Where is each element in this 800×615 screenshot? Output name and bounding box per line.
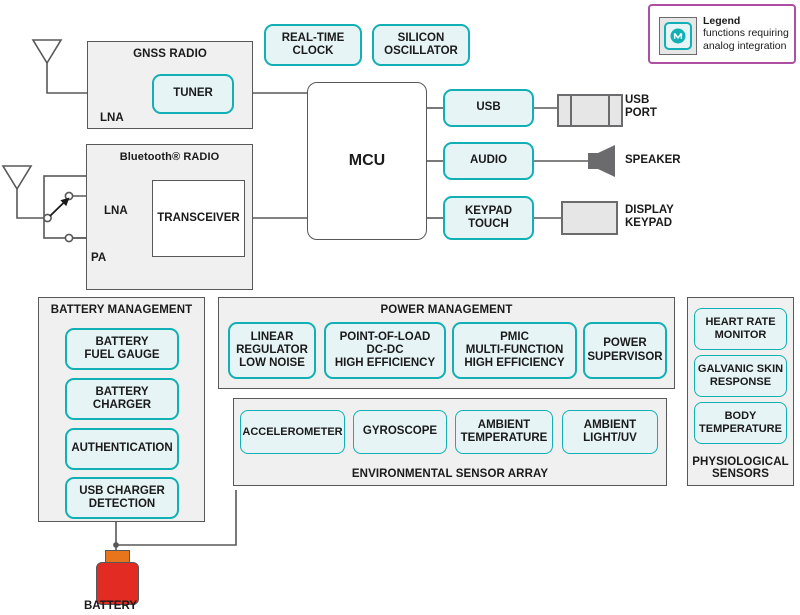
authentication-block[interactable]: AUTHENTICATION [65,428,179,470]
legend-chip-swatch [659,17,697,55]
battery-fuel-gauge-block[interactable]: BATTERY FUEL GAUGE [65,328,179,370]
point-of-load-dcdc-block[interactable]: POINT-OF-LOAD DC-DC HIGH EFFICIENCY [324,322,446,379]
usb-charger-detection-block[interactable]: USB CHARGER DETECTION [65,477,179,519]
battery-label: BATTERY [84,600,138,612]
battery-charger-block[interactable]: BATTERY CHARGER [65,378,179,420]
battery-icon [96,562,139,605]
power-management-panel-label: POWER MANAGEMENT [380,304,513,316]
speaker-label: SPEAKER [625,154,681,166]
audio-block[interactable]: AUDIO [443,142,534,180]
rf-switch-icon [43,175,90,243]
accelerometer-label: ACCELEROMETER [242,425,343,438]
block-diagram-canvas: Legend functions requiring analog integr… [0,0,800,615]
bluetooth-lna-label: LNA [104,205,128,217]
antenna-icon-gnss [31,39,63,65]
wire-junction-dot [113,542,119,548]
legend-description: functions requiring analog integration [703,27,789,53]
silicon-oscillator-block[interactable]: SILICON OSCILLATOR [372,24,470,66]
heart-rate-monitor-label: HEART RATE MONITOR [705,316,776,341]
body-temperature-block[interactable]: BODY TEMPERATURE [694,402,787,444]
usb-port-label: USB PORT [625,94,657,120]
maxim-logo-icon [670,28,686,44]
keypad-touch-block-label: KEYPAD TOUCH [464,204,513,230]
legend-chip-analog-block [664,22,692,50]
legend: Legend functions requiring analog integr… [648,4,796,64]
real-time-clock-label: REAL-TIME CLOCK [281,31,345,57]
legend-title: Legend [703,15,741,27]
accelerometer-block[interactable]: ACCELEROMETER [240,410,345,454]
display-keypad-label: DISPLAY KEYPAD [625,204,674,230]
gnss-lna-label: LNA [100,112,124,124]
power-supervisor-label: POWER SUPERVISOR [587,337,663,363]
ambient-temperature-block[interactable]: AMBIENT TEMPERATURE [455,410,553,454]
gnss-radio-panel-label: GNSS RADIO [133,48,207,60]
linear-regulator-label: LINEAR REGULATOR LOW NOISE [236,330,308,370]
mcu-label: MCU [348,151,386,169]
usb-charger-detection-label: USB CHARGER DETECTION [79,484,165,510]
real-time-clock-block[interactable]: REAL-TIME CLOCK [264,24,362,66]
pmic-multi-function-block[interactable]: PMIC MULTI-FUNCTION HIGH EFFICIENCY [452,322,577,379]
usb-block-label: USB [476,101,501,114]
audio-block-label: AUDIO [469,154,508,167]
environmental-sensor-array-panel-label: ENVIRONMENTAL SENSOR ARRAY [351,468,549,480]
ambient-light-uv-label: AMBIENT LIGHT/UV [583,418,637,444]
silicon-oscillator-label: SILICON OSCILLATOR [384,31,458,57]
body-temperature-label: BODY TEMPERATURE [699,410,782,435]
pmic-multi-function-label: PMIC MULTI-FUNCTION HIGH EFFICIENCY [464,330,565,370]
keypad-touch-block[interactable]: KEYPAD TOUCH [443,196,534,240]
galvanic-skin-response-label: GALVANIC SKIN RESPONSE [697,363,784,388]
physiological-sensors-panel-label: PHYSIOLOGICAL SENSORS [692,456,789,480]
battery-fuel-gauge-label: BATTERY FUEL GAUGE [84,335,160,361]
speaker-icon [588,145,615,177]
usb-block[interactable]: USB [443,89,534,127]
bluetooth-radio-panel-label: Bluetooth® RADIO [119,151,220,163]
display-keypad-icon [561,201,618,235]
mcu-block[interactable]: MCU [307,82,427,240]
point-of-load-dcdc-label: POINT-OF-LOAD DC-DC HIGH EFFICIENCY [334,330,436,370]
ambient-temperature-label: AMBIENT TEMPERATURE [460,418,548,444]
battery-charger-label: BATTERY CHARGER [92,385,152,411]
usb-port-icon [557,94,623,127]
gyroscope-label: GYROSCOPE [362,425,438,438]
power-supervisor-block[interactable]: POWER SUPERVISOR [583,322,667,379]
antenna-icon-bluetooth [1,165,33,191]
gnss-tuner-label: TUNER [173,87,213,100]
gnss-tuner-block[interactable]: TUNER [152,74,234,114]
authentication-label: AUTHENTICATION [71,442,173,455]
ambient-light-uv-block[interactable]: AMBIENT LIGHT/UV [562,410,658,454]
galvanic-skin-response-block[interactable]: GALVANIC SKIN RESPONSE [694,355,787,397]
heart-rate-monitor-block[interactable]: HEART RATE MONITOR [694,308,787,350]
bluetooth-transceiver-label: TRANSCEIVER [157,211,240,224]
battery-management-panel-label: BATTERY MANAGEMENT [50,304,193,316]
gyroscope-block[interactable]: GYROSCOPE [353,410,447,454]
linear-regulator-block[interactable]: LINEAR REGULATOR LOW NOISE [228,322,316,379]
bluetooth-pa-label: PA [91,252,107,264]
bluetooth-transceiver-block[interactable]: TRANSCEIVER [152,180,245,257]
